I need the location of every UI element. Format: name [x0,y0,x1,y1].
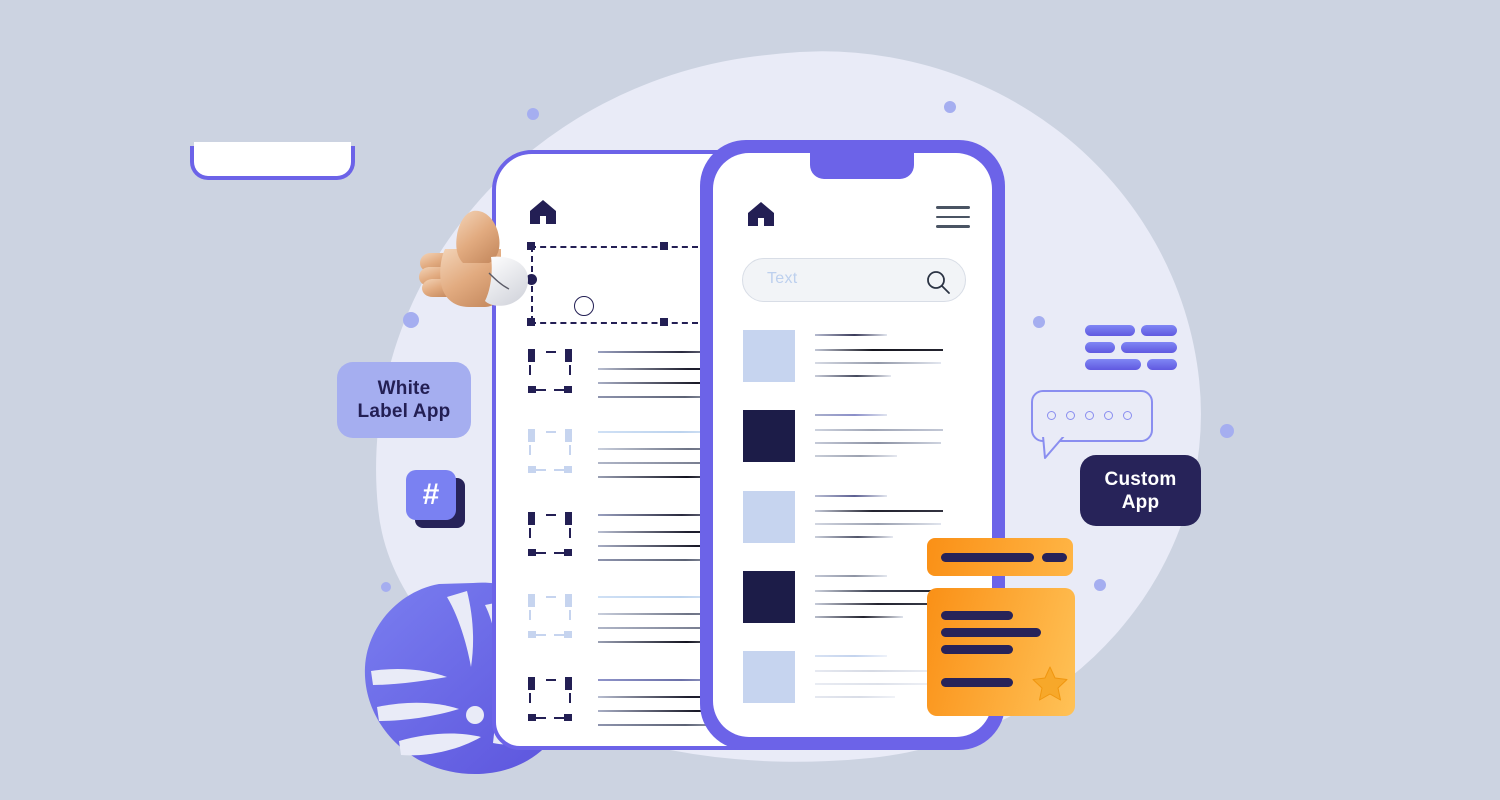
content-line-segment [1141,325,1177,336]
thumbs-up-hand [419,210,529,307]
hamburger-menu-icon[interactable] [936,206,970,228]
home-icon[interactable] [748,202,774,226]
decor-dot [403,312,419,328]
chat-bubble-dot [1123,411,1132,420]
list-item[interactable] [743,330,973,400]
decor-dot [944,101,956,113]
orange-content-card[interactable] [927,588,1075,716]
list-item[interactable] [743,410,973,480]
phone-notch-mask [194,142,351,152]
hashtag-icon: # [422,478,440,511]
wireframe-thumbnail-box [528,594,572,638]
wireframe-thumbnail-box [528,349,572,393]
content-line-segment [1121,342,1177,353]
orange-card-bar [941,628,1041,637]
selection-handle[interactable] [660,242,668,250]
decor-dot [1033,316,1045,328]
orange-banner-card[interactable] [927,538,1073,576]
content-line-segment [1085,342,1115,353]
circle-shape [574,296,594,316]
hashtag-badge[interactable]: # [406,470,456,520]
chat-bubble-tail [1042,436,1066,459]
home-icon[interactable] [530,200,556,224]
decor-dot [527,108,539,120]
list-item-thumbnail [743,491,795,543]
orange-card-bar [941,553,1034,562]
list-item-thumbnail [743,571,795,623]
wireframe-thumbnail-box [528,429,572,473]
list-item-thumbnail [743,651,795,703]
content-lines-graphic [1085,325,1177,370]
wireframe-thumbnail-box [528,512,572,556]
star-icon [1032,666,1068,701]
chip-custom-app[interactable]: Custom App [1080,455,1201,526]
orange-card-bar [941,678,1013,687]
decor-dot [1220,424,1234,438]
illustration-canvas: Text White Label App Custom App # [0,0,1500,800]
orange-card-bar [941,645,1013,654]
chat-bubble-dot [1104,411,1113,420]
content-line-segment [1147,359,1177,370]
decor-dot [1094,579,1106,591]
selection-handle[interactable] [660,318,668,326]
selection-handle[interactable] [527,318,535,326]
list-item-thumbnail [743,330,795,382]
orange-card-bar [1042,553,1067,562]
wireframe-thumbnail-box [528,677,572,721]
chip-white-label-app-text: White Label App [357,378,451,422]
content-line-segment [1085,359,1141,370]
search-icon[interactable] [925,269,951,295]
chip-white-label-app[interactable]: White Label App [337,362,471,438]
search-input[interactable]: Text [742,258,966,302]
content-line-segment [1085,325,1135,336]
chat-bubble-dot [1085,411,1094,420]
chat-bubble[interactable] [1031,390,1153,442]
chat-bubble-dot [1047,411,1056,420]
search-placeholder: Text [767,270,798,287]
list-item-thumbnail [743,410,795,462]
chat-bubble-dot [1066,411,1075,420]
phone-notch [810,153,914,179]
orange-card-bar [941,611,1013,620]
chip-custom-app-text: Custom App [1104,468,1177,513]
